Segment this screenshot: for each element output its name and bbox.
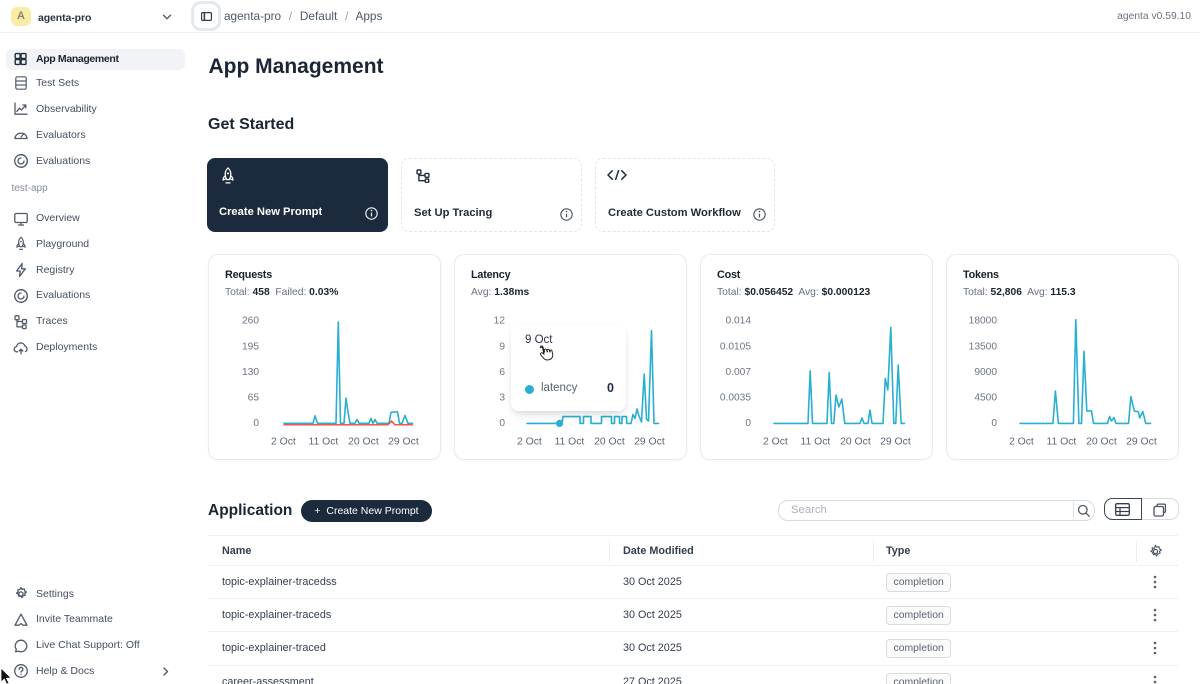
svg-text:20 Oct: 20 Oct: [840, 437, 871, 448]
svg-text:0.014: 0.014: [726, 316, 752, 327]
svg-text:18000: 18000: [969, 316, 998, 327]
svg-text:20 Oct: 20 Oct: [594, 437, 625, 448]
svg-text:11 Oct: 11 Oct: [800, 437, 830, 448]
svg-text:0.0105: 0.0105: [720, 341, 751, 352]
svg-text:2 Oct: 2 Oct: [517, 437, 542, 448]
svg-text:12: 12: [494, 316, 506, 327]
svg-text:29 Oct: 29 Oct: [388, 437, 419, 448]
svg-text:6: 6: [499, 367, 505, 378]
svg-text:4500: 4500: [974, 393, 997, 404]
svg-text:2 Oct: 2 Oct: [1009, 437, 1034, 448]
svg-text:9000: 9000: [974, 367, 997, 378]
svg-text:11 Oct: 11 Oct: [1046, 437, 1076, 448]
svg-text:0: 0: [253, 418, 259, 429]
svg-text:2 Oct: 2 Oct: [271, 437, 296, 448]
svg-text:11 Oct: 11 Oct: [554, 437, 584, 448]
svg-text:65: 65: [248, 393, 260, 404]
svg-text:0.007: 0.007: [726, 367, 752, 378]
svg-text:20 Oct: 20 Oct: [1086, 437, 1117, 448]
svg-text:260: 260: [242, 316, 259, 327]
svg-text:29 Oct: 29 Oct: [1126, 437, 1157, 448]
svg-text:11 Oct: 11 Oct: [308, 437, 338, 448]
svg-text:0: 0: [499, 418, 505, 429]
svg-text:0: 0: [991, 418, 997, 429]
svg-text:0.0035: 0.0035: [720, 393, 751, 404]
svg-text:2 Oct: 2 Oct: [763, 437, 788, 448]
svg-text:195: 195: [242, 341, 259, 352]
svg-text:29 Oct: 29 Oct: [634, 437, 665, 448]
svg-text:3: 3: [499, 393, 505, 404]
svg-text:13500: 13500: [969, 341, 998, 352]
svg-text:20 Oct: 20 Oct: [348, 437, 379, 448]
svg-text:29 Oct: 29 Oct: [880, 437, 911, 448]
svg-text:0: 0: [745, 418, 751, 429]
svg-text:130: 130: [242, 367, 259, 378]
svg-text:9: 9: [499, 341, 505, 352]
